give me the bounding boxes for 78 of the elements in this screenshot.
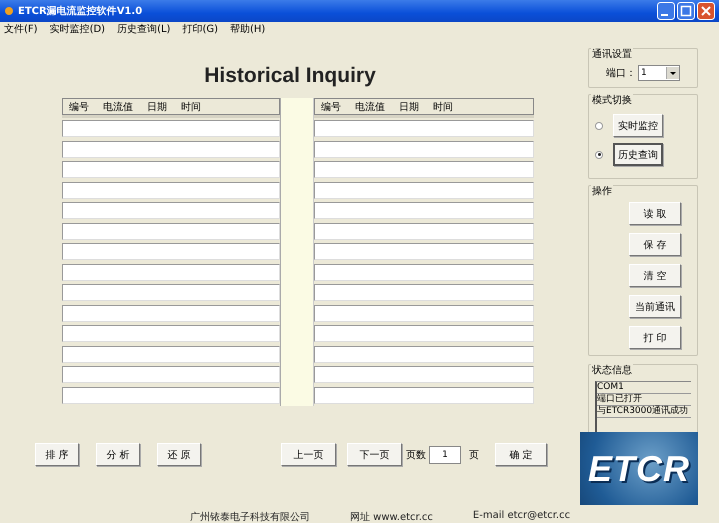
group-title: 状态信息: [591, 363, 633, 377]
group-title: 通讯设置: [591, 47, 633, 61]
table-row[interactable]: [62, 120, 280, 137]
table-row[interactable]: [62, 140, 280, 158]
table-row[interactable]: [314, 222, 534, 240]
table-row[interactable]: [62, 202, 280, 219]
minimize-icon[interactable]: [657, 2, 675, 20]
column-header: 时间: [181, 100, 201, 114]
status-line: 端口已打开: [597, 394, 691, 406]
logo: ETCR: [580, 432, 698, 505]
table-row[interactable]: [62, 243, 280, 260]
table-row[interactable]: [314, 386, 534, 404]
page-field[interactable]: 1: [429, 446, 461, 464]
footer-text: 网址 www.etcr.cc: [350, 510, 433, 523]
table-row[interactable]: [314, 304, 534, 322]
page-label: 页数: [406, 448, 426, 462]
radio-button[interactable]: [595, 150, 603, 158]
table-row[interactable]: [314, 264, 534, 280]
operation-button[interactable]: 保 存: [629, 233, 681, 256]
confirm-button[interactable]: 确 定: [495, 443, 547, 466]
table-row[interactable]: [314, 182, 534, 198]
menu-item[interactable]: 帮助(H): [230, 22, 266, 36]
table-row[interactable]: [314, 161, 534, 178]
window-title: ETCR漏电流监控软件V1.0: [18, 4, 142, 18]
close-icon[interactable]: [697, 2, 715, 20]
table-row[interactable]: [62, 182, 280, 198]
column-header: 编号: [321, 100, 341, 114]
group-title: 模式切换: [591, 93, 633, 107]
action-button[interactable]: 分 析: [96, 443, 140, 466]
page-heading: Historical Inquiry: [203, 64, 377, 88]
table-row[interactable]: [314, 202, 534, 219]
app-icon: [4, 6, 14, 16]
next-page-button[interactable]: 下一页: [347, 443, 402, 466]
operation-button[interactable]: 清 空: [629, 264, 681, 287]
table-row[interactable]: [314, 284, 534, 301]
table-row[interactable]: [314, 243, 534, 260]
status-line: COM1: [597, 382, 691, 394]
table-row[interactable]: [62, 386, 280, 404]
mode-button[interactable]: 历史查询: [613, 143, 663, 166]
port-label: 端口：: [606, 66, 636, 80]
menu-item[interactable]: 打印(G): [182, 22, 218, 36]
table-row[interactable]: [314, 366, 534, 383]
previous-page-button[interactable]: 上一页: [281, 443, 336, 466]
table-row[interactable]: [62, 325, 280, 342]
table-row[interactable]: [314, 346, 534, 362]
action-button[interactable]: 排 序: [35, 443, 79, 466]
column-header: 日期: [147, 100, 167, 114]
footer-text: E-mail etcr@etcr.cc: [472, 510, 570, 523]
menu-item[interactable]: 历史查询(L): [117, 22, 170, 36]
port-dropdown[interactable]: 1: [638, 65, 680, 81]
table-row[interactable]: [62, 304, 280, 322]
table-row[interactable]: [62, 284, 280, 301]
table-row[interactable]: [314, 325, 534, 342]
mode-button[interactable]: 实时监控: [613, 114, 663, 137]
radio-button[interactable]: [595, 122, 603, 130]
column-header: 电流值: [103, 100, 133, 114]
action-button[interactable]: 还 原: [157, 443, 201, 466]
table-row[interactable]: [62, 346, 280, 362]
table-row[interactable]: [314, 140, 534, 158]
column-header: 日期: [399, 100, 419, 114]
page-unit: 页: [469, 448, 479, 462]
status-line: 与ETCR3000通讯成功: [597, 406, 691, 418]
table-row[interactable]: [62, 222, 280, 240]
column-header: 电流值: [355, 100, 385, 114]
menu-item[interactable]: 文件(F): [4, 22, 38, 36]
column-header: 编号: [69, 100, 89, 114]
menu-item[interactable]: 实时监控(D): [50, 22, 106, 36]
column-header: 时间: [433, 100, 453, 114]
table-row[interactable]: [314, 120, 534, 137]
table-row[interactable]: [62, 366, 280, 383]
group-title: 操作: [591, 184, 613, 198]
footer-text: 广州铱泰电子科技有限公司: [190, 510, 310, 523]
table-row[interactable]: [62, 264, 280, 280]
operation-button[interactable]: 打 印: [629, 326, 681, 349]
table-row[interactable]: [62, 161, 280, 178]
operation-button[interactable]: 读 取: [629, 202, 681, 225]
operation-button[interactable]: 当前通讯: [629, 295, 681, 318]
maximize-icon[interactable]: [677, 2, 695, 20]
